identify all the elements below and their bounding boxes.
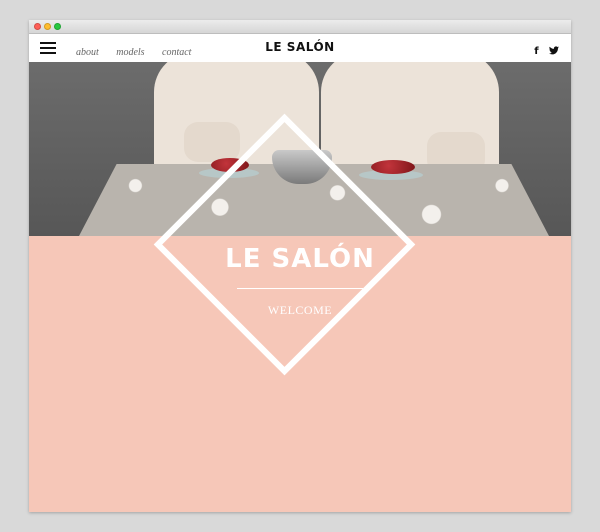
close-window-button[interactable] <box>34 23 41 30</box>
welcome-divider <box>237 288 363 289</box>
twitter-icon[interactable] <box>549 46 559 57</box>
facebook-icon[interactable]: f <box>534 46 538 57</box>
minimize-window-button[interactable] <box>44 23 51 30</box>
social-links: f <box>528 41 559 59</box>
arm-left <box>184 122 240 162</box>
fruit-right <box>371 160 415 174</box>
welcome-block: LE SALÓN WELCOME <box>29 244 571 318</box>
browser-window: about models contact LE SALÓN f LE SALÓN <box>29 20 571 512</box>
window-titlebar <box>29 20 571 34</box>
site-navbar: about models contact LE SALÓN f <box>29 34 571 62</box>
welcome-title: LE SALÓN <box>225 244 375 274</box>
site-logo[interactable]: LE SALÓN <box>29 40 571 54</box>
maximize-window-button[interactable] <box>54 23 61 30</box>
welcome-subtitle: WELCOME <box>267 303 333 317</box>
